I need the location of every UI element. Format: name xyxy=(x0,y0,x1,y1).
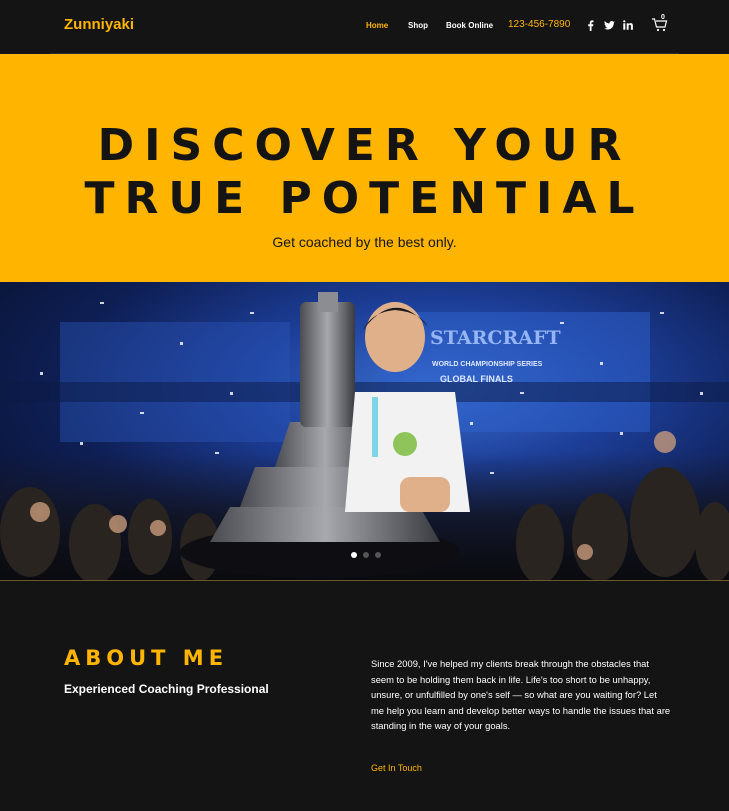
nav-book-online[interactable]: Book Online xyxy=(446,21,493,30)
twitter-icon[interactable] xyxy=(602,18,616,32)
phone-number[interactable]: 123-456-7890 xyxy=(508,19,570,30)
photo-text-line2: WORLD CHAMPIONSHIP SERIES xyxy=(432,361,543,368)
nav-home[interactable]: Home xyxy=(366,21,388,30)
hero-slideshow[interactable]: STARCRAFT WORLD CHAMPIONSHIP SERIES GLOB… xyxy=(0,282,729,581)
facebook-icon[interactable] xyxy=(584,18,596,32)
champion-photo: STARCRAFT WORLD CHAMPIONSHIP SERIES GLOB… xyxy=(0,292,729,581)
cart-count: 0 xyxy=(661,14,665,21)
photo-text-line3: GLOBAL FINALS xyxy=(440,374,513,384)
hero-title-line1: DISCOVER YOUR xyxy=(97,120,632,171)
hero-section: DISCOVER YOUR TRUE POTENTIAL Get coached… xyxy=(0,54,729,282)
site-header: Zunniyaki Home Shop Book Online 123-456-… xyxy=(0,0,729,53)
get-in-touch-link[interactable]: Get In Touch xyxy=(371,763,422,773)
about-title: ABOUT ME xyxy=(64,646,229,670)
nav-shop[interactable]: Shop xyxy=(408,21,428,30)
photo-divider xyxy=(0,580,729,581)
site-logo[interactable]: Zunniyaki xyxy=(64,16,134,33)
slide-dot-1[interactable] xyxy=(351,552,357,558)
linkedin-icon[interactable] xyxy=(622,18,634,32)
about-subtitle: Experienced Coaching Professional xyxy=(64,682,269,696)
slide-dot-3[interactable] xyxy=(375,552,381,558)
slideshow-dots xyxy=(351,552,381,558)
hero-subtitle: Get coached by the best only. xyxy=(272,234,457,250)
photo-text-line1: STARCRAFT xyxy=(430,327,561,349)
hero-title-line2: TRUE POTENTIAL xyxy=(84,173,645,224)
about-body: Since 2009, I've helped my clients break… xyxy=(371,658,671,732)
slide-dot-2[interactable] xyxy=(363,552,369,558)
cart-button[interactable]: 0 xyxy=(651,14,669,33)
